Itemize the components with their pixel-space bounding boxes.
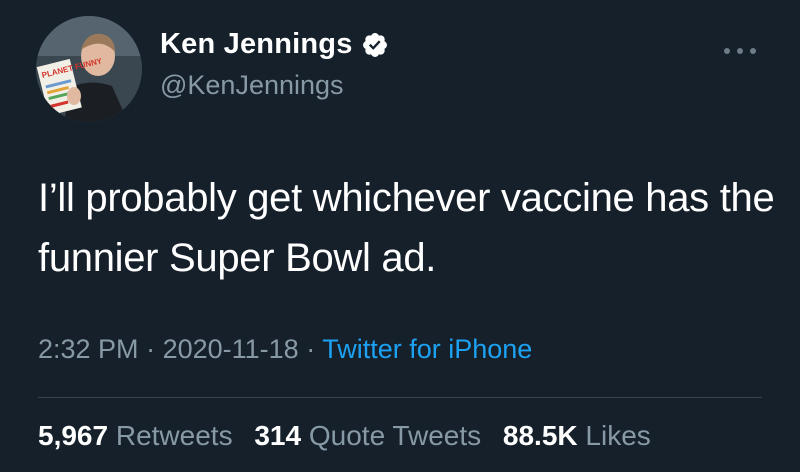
tweet-text: I’ll probably get whichever vaccine has … <box>38 176 775 280</box>
tweet-meta: 2:32 PM · 2020-11-18 · Twitter for iPhon… <box>38 334 532 365</box>
author-name-row: Ken Jennings <box>160 28 389 61</box>
author-avatar[interactable]: PLANET FUNNY <box>36 16 142 122</box>
tweet-source-link[interactable]: Twitter for iPhone <box>322 334 532 364</box>
more-dot <box>737 48 743 54</box>
tweet-date[interactable]: 2020-11-18 <box>163 334 299 364</box>
quote-tweets-label: Quote Tweets <box>308 420 482 451</box>
quote-tweets-count: 314 <box>254 420 302 451</box>
meta-separator: · <box>146 334 156 364</box>
tweet-card: PLANET FUNNY Ken Jennings @KenJennings I… <box>0 0 800 472</box>
stats-divider <box>38 397 762 398</box>
likes-stat[interactable]: 88.5K Likes <box>503 420 651 451</box>
more-dot <box>750 48 756 54</box>
tweet-time[interactable]: 2:32 PM <box>38 334 139 364</box>
author-display-name[interactable]: Ken Jennings <box>160 28 353 61</box>
meta-separator: · <box>306 334 316 364</box>
author-handle[interactable]: @KenJennings <box>160 70 344 101</box>
verified-badge-icon <box>362 32 387 57</box>
quote-tweets-stat[interactable]: 314 Quote Tweets <box>254 420 489 451</box>
likes-count: 88.5K <box>502 420 578 451</box>
likes-label: Likes <box>585 420 651 451</box>
retweets-stat[interactable]: 5,967 Retweets <box>38 420 240 451</box>
retweets-label: Retweets <box>115 420 233 451</box>
more-dot <box>724 48 730 54</box>
tweet-stats: 5,967 Retweets 314 Quote Tweets 88.5K Li… <box>38 420 665 452</box>
retweets-count: 5,967 <box>38 420 109 451</box>
avatar-photo: PLANET FUNNY <box>36 16 142 122</box>
more-options-icon[interactable] <box>724 44 760 58</box>
